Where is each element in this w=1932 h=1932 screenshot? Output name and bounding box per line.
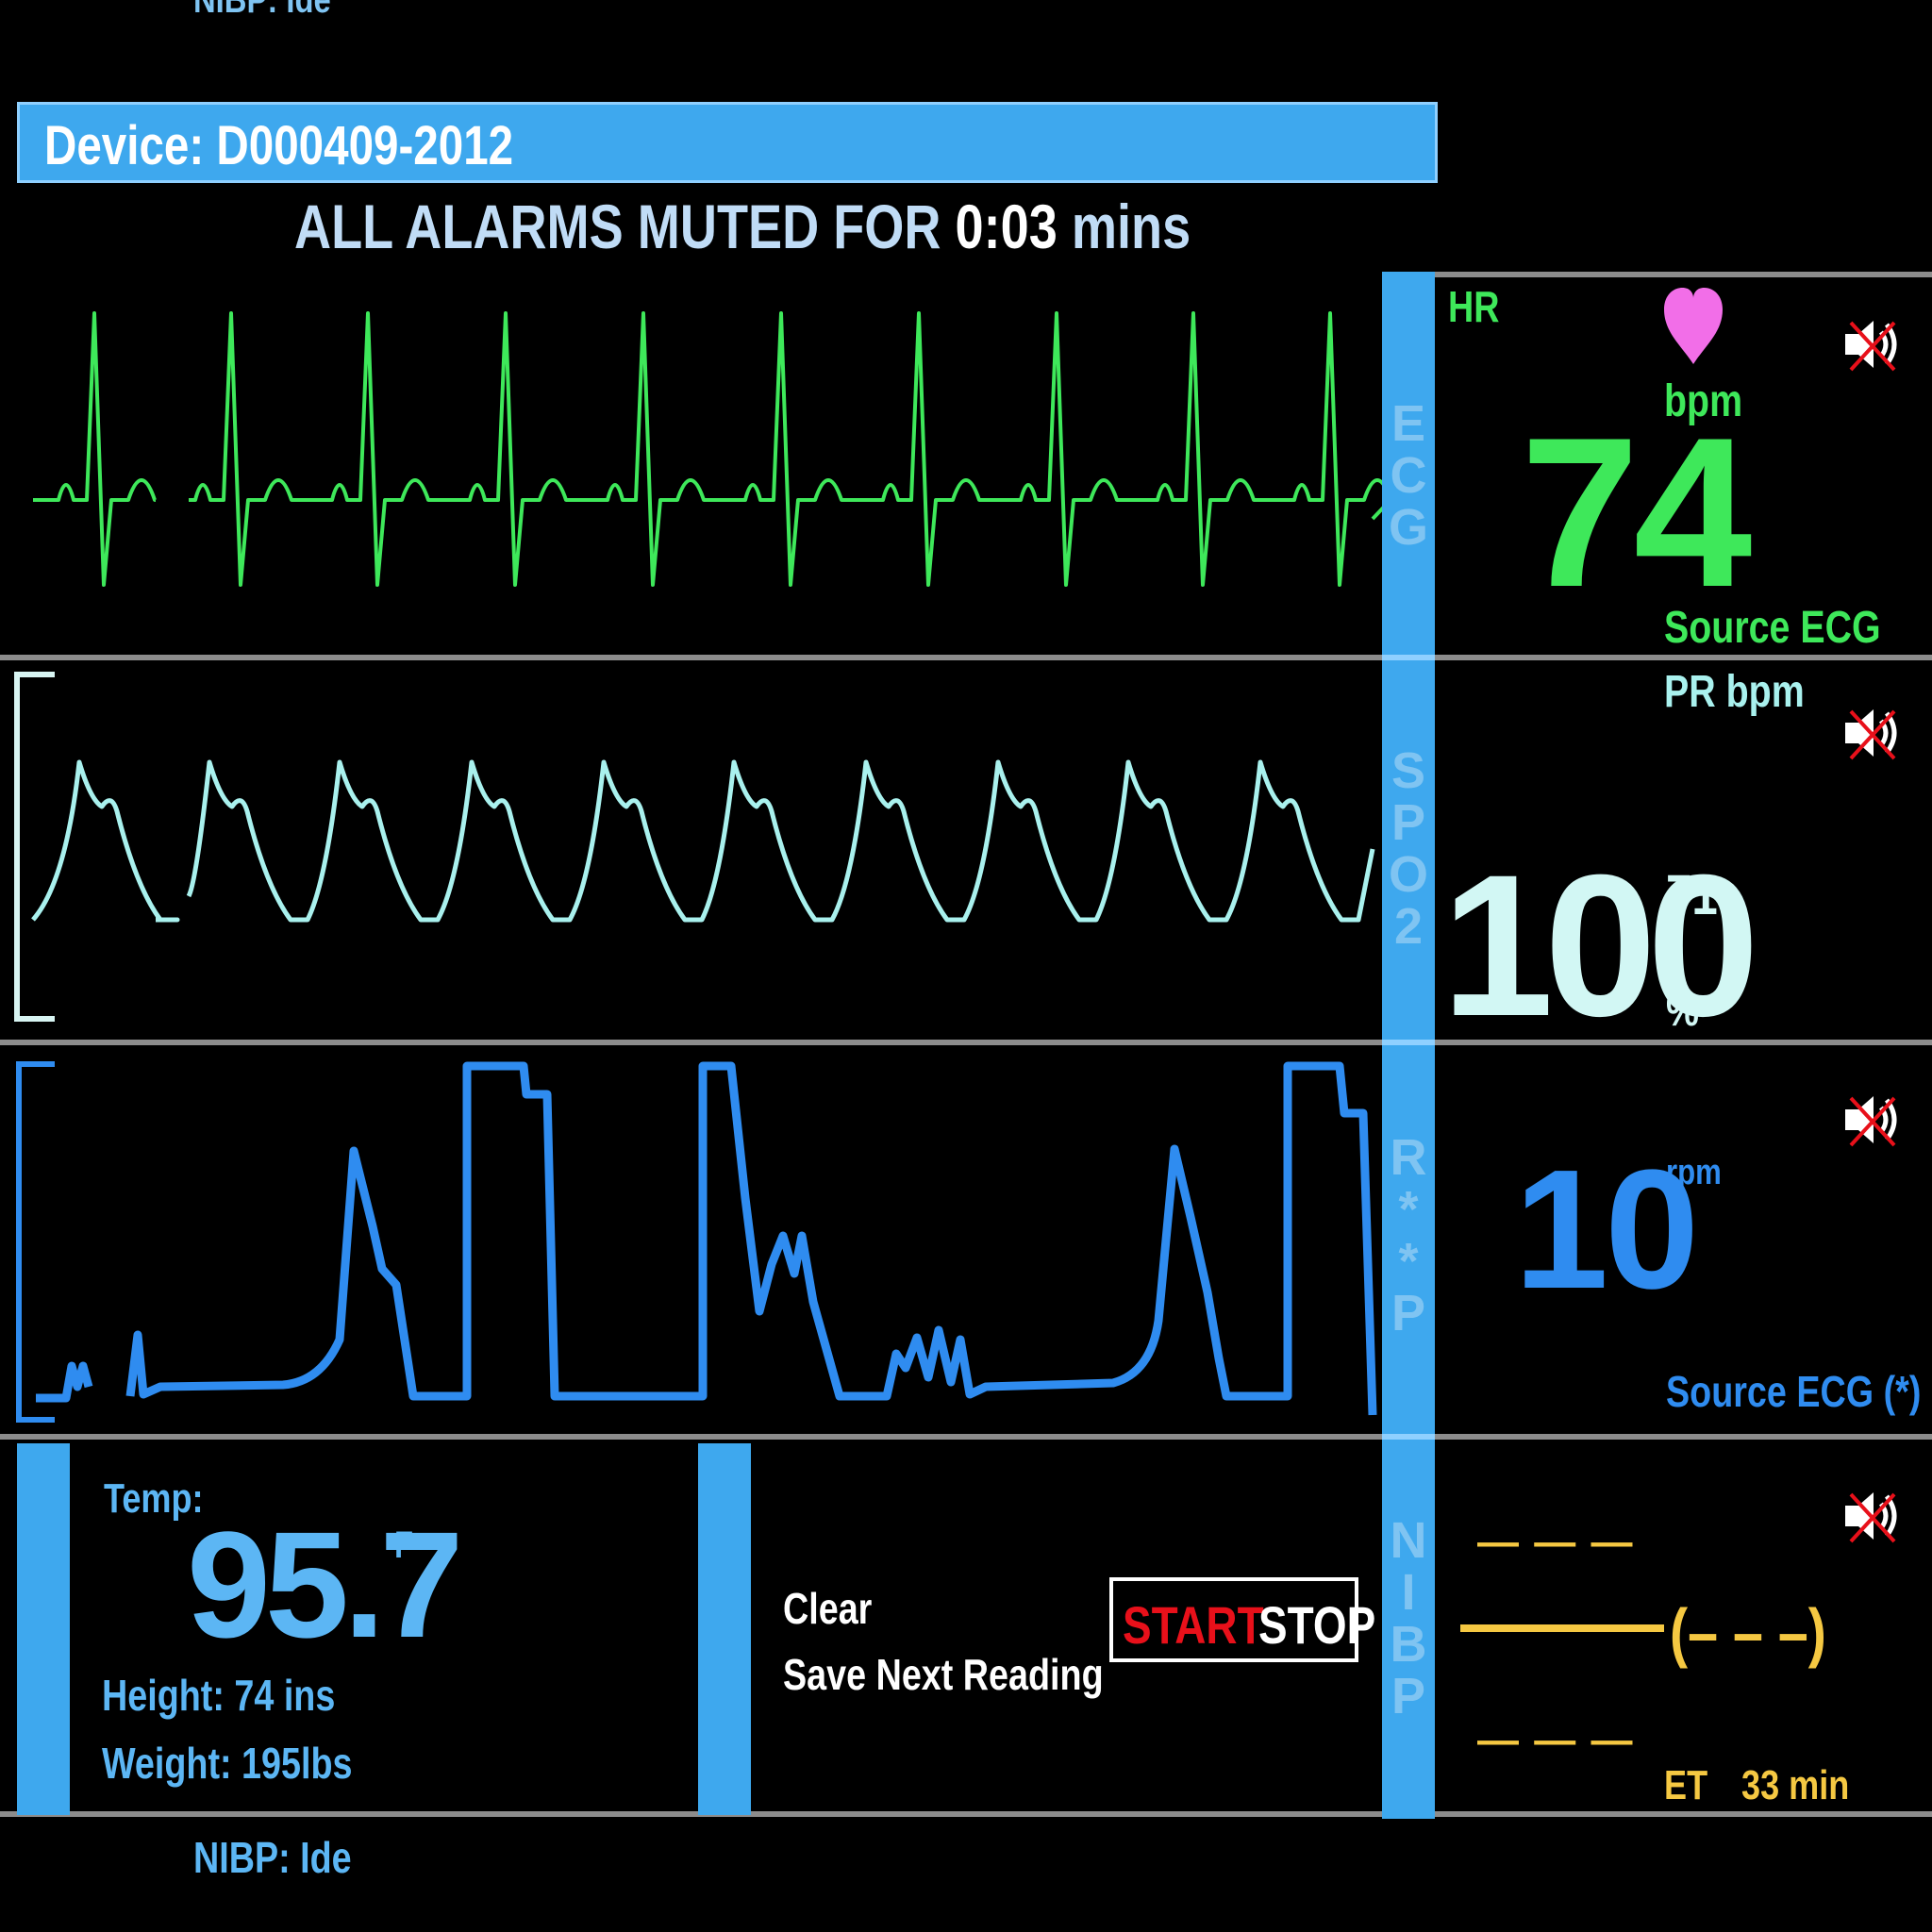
hr-title: HR (1448, 282, 1500, 331)
channel-bar-sep (1382, 1040, 1435, 1045)
nibp-status: NIBP: Ide (193, 1833, 352, 1882)
channel-bar-sep (1382, 655, 1435, 660)
side-letter: I (1401, 1564, 1416, 1622)
side-letter: R (1390, 1129, 1427, 1186)
resp-value: 10 (1514, 1135, 1699, 1324)
side-letter: 2 (1393, 898, 1424, 956)
height-readout: Height: 74 ins (102, 1671, 336, 1720)
divider-resp-nibp (0, 1434, 1932, 1440)
spo2-waveform (31, 759, 1375, 923)
side-letter: P (1391, 1285, 1426, 1342)
pr-value: 71 (1666, 863, 1718, 926)
spo2-scale-bracket (14, 672, 55, 1022)
spo2-unit: % (1666, 986, 1700, 1036)
nibp-mean-line (1460, 1624, 1664, 1632)
clear-button[interactable]: Clear (783, 1583, 872, 1634)
temp-unit: F (394, 1524, 414, 1566)
ecg-side-label[interactable]: E C G (1382, 395, 1435, 557)
resp-side-label[interactable]: R * * P (1382, 1129, 1435, 1342)
speaker-muted-icon[interactable] (1838, 1087, 1904, 1153)
spo2-side-label[interactable]: S P O 2 (1382, 742, 1435, 956)
side-letter: E (1391, 395, 1426, 452)
side-letter: N (1390, 1512, 1427, 1569)
side-letter: * (1398, 1233, 1419, 1291)
side-letter: C (1390, 447, 1427, 505)
hr-value: 74 (1521, 392, 1752, 631)
side-letter: P (1391, 794, 1426, 852)
speaker-muted-icon[interactable] (1838, 700, 1904, 766)
side-letter: S (1391, 742, 1426, 799)
start-stop-control: START STOP (1109, 1577, 1375, 1662)
side-letter: G (1388, 499, 1428, 557)
nibp-diastolic-dashes: — — — (1477, 1717, 1635, 1763)
heart-icon (1664, 287, 1723, 364)
resp-waveform (36, 1061, 1377, 1416)
stop-button[interactable]: STOP (1258, 1594, 1375, 1656)
divider-bottom (0, 1811, 1932, 1817)
temp-panel-bar (17, 1443, 70, 1815)
hr-source: Source ECG (1664, 603, 1881, 653)
channel-bar-sep (1382, 1434, 1435, 1440)
nibp-mean-value: (– – –) (1670, 1595, 1826, 1669)
start-button[interactable]: START (1123, 1594, 1264, 1656)
nibp-et-value: 33 min (1741, 1762, 1850, 1808)
speaker-muted-icon[interactable] (1838, 1483, 1904, 1549)
save-next-reading-button[interactable]: Save Next Reading (783, 1649, 1104, 1700)
side-letter: O (1388, 846, 1428, 904)
resp-scale-bracket (16, 1061, 55, 1423)
temp-value: 95.7 (187, 1500, 463, 1669)
speaker-muted-icon[interactable] (1838, 311, 1904, 377)
weight-readout: Weight: 195lbs (102, 1739, 353, 1788)
controls-panel-bar (698, 1443, 751, 1815)
divider-top (1434, 272, 1932, 277)
nibp-et-label: ET (1664, 1762, 1708, 1808)
side-letter: B (1390, 1616, 1427, 1674)
side-letter: * (1398, 1181, 1419, 1239)
side-letter: P (1391, 1668, 1426, 1725)
nibp-side-label[interactable]: N I B P (1382, 1512, 1435, 1725)
resp-source: Source ECG (*) (1666, 1367, 1922, 1416)
waveform-area (14, 311, 1382, 1423)
nibp-systolic-dashes: — — — (1477, 1519, 1635, 1565)
pr-title: PR bpm (1664, 667, 1805, 717)
ecg-waveform (33, 311, 1382, 587)
